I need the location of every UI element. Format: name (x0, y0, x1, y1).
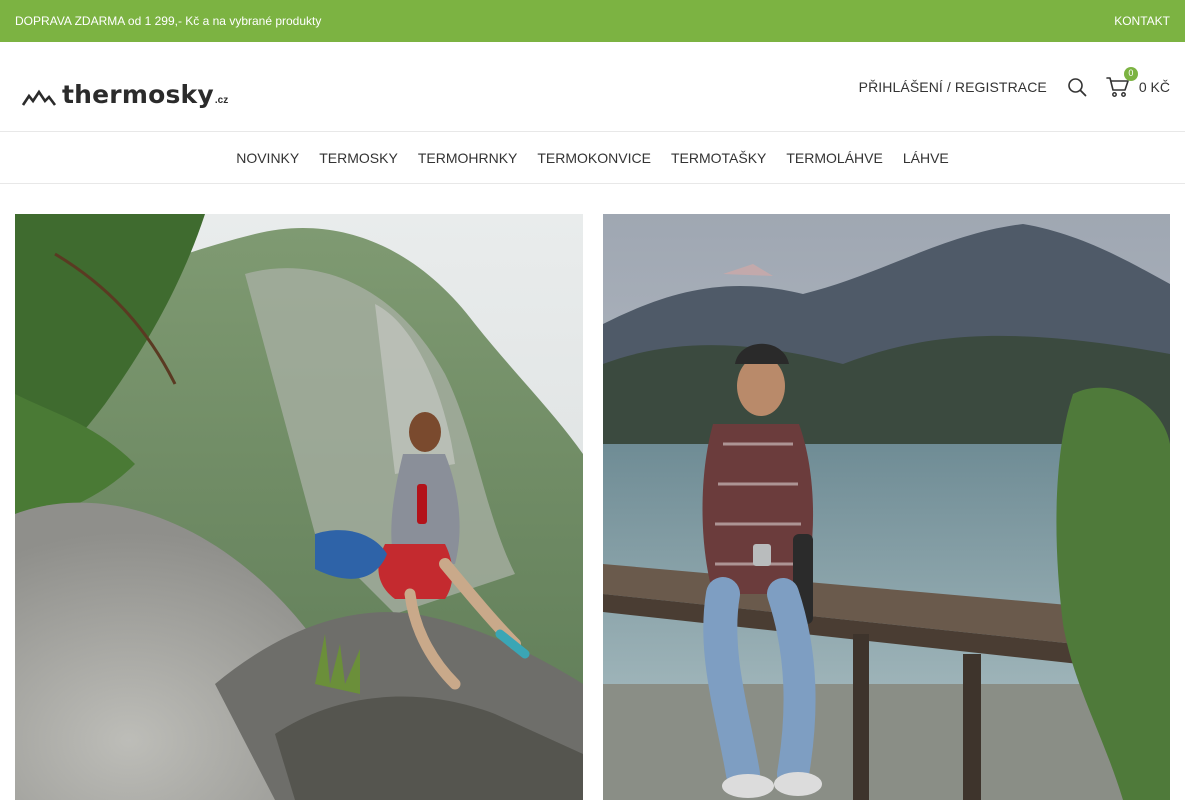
nav-item-termokonvice[interactable]: TERMOKONVICE (537, 150, 651, 166)
contact-link[interactable]: KONTAKT (1114, 14, 1170, 28)
promo-bar: DOPRAVA ZDARMA od 1 299,- Kč a na vybran… (0, 0, 1185, 42)
nav-item-termosky[interactable]: TERMOSKY (319, 150, 398, 166)
free-shipping-text: DOPRAVA ZDARMA od 1 299,- Kč a na vybran… (15, 14, 322, 28)
main-nav: NOVINKY TERMOSKY TERMOHRNKY TERMOKONVICE… (0, 133, 1185, 184)
nav-item-lahve[interactable]: LÁHVE (903, 150, 949, 166)
man-on-pier-photo (603, 214, 1170, 800)
nav-item-termotasky[interactable]: TERMOTAŠKY (671, 150, 766, 166)
search-icon[interactable] (1066, 76, 1088, 98)
header-actions: PŘIHLÁŠENÍ / REGISTRACE 0 0 KČ (859, 66, 1170, 107)
hiker-woman-photo (15, 214, 583, 800)
site-header: thermosky .cz PŘIHLÁŠENÍ / REGISTRACE 0 … (0, 42, 1185, 132)
nav-item-novinky[interactable]: NOVINKY (236, 150, 299, 166)
nav-item-termohrnky[interactable]: TERMOHRNKY (418, 150, 518, 166)
login-register-link[interactable]: PŘIHLÁŠENÍ / REGISTRACE (859, 79, 1047, 95)
shopping-cart-icon: 0 (1106, 66, 1138, 98)
banner-image-right[interactable] (603, 214, 1170, 800)
cart-total: 0 KČ (1138, 78, 1170, 95)
logo-wordmark: thermosky (62, 79, 214, 109)
cart-button[interactable]: 0 0 KČ (1106, 66, 1170, 98)
cart-count-badge: 0 (1123, 66, 1138, 81)
site-logo[interactable]: thermosky .cz (22, 67, 228, 107)
banner-image-left[interactable] (15, 214, 583, 800)
logo-tld: .cz (214, 94, 229, 106)
mountain-logo-icon (22, 89, 57, 106)
nav-item-termolahve[interactable]: TERMOLÁHVE (786, 150, 882, 166)
